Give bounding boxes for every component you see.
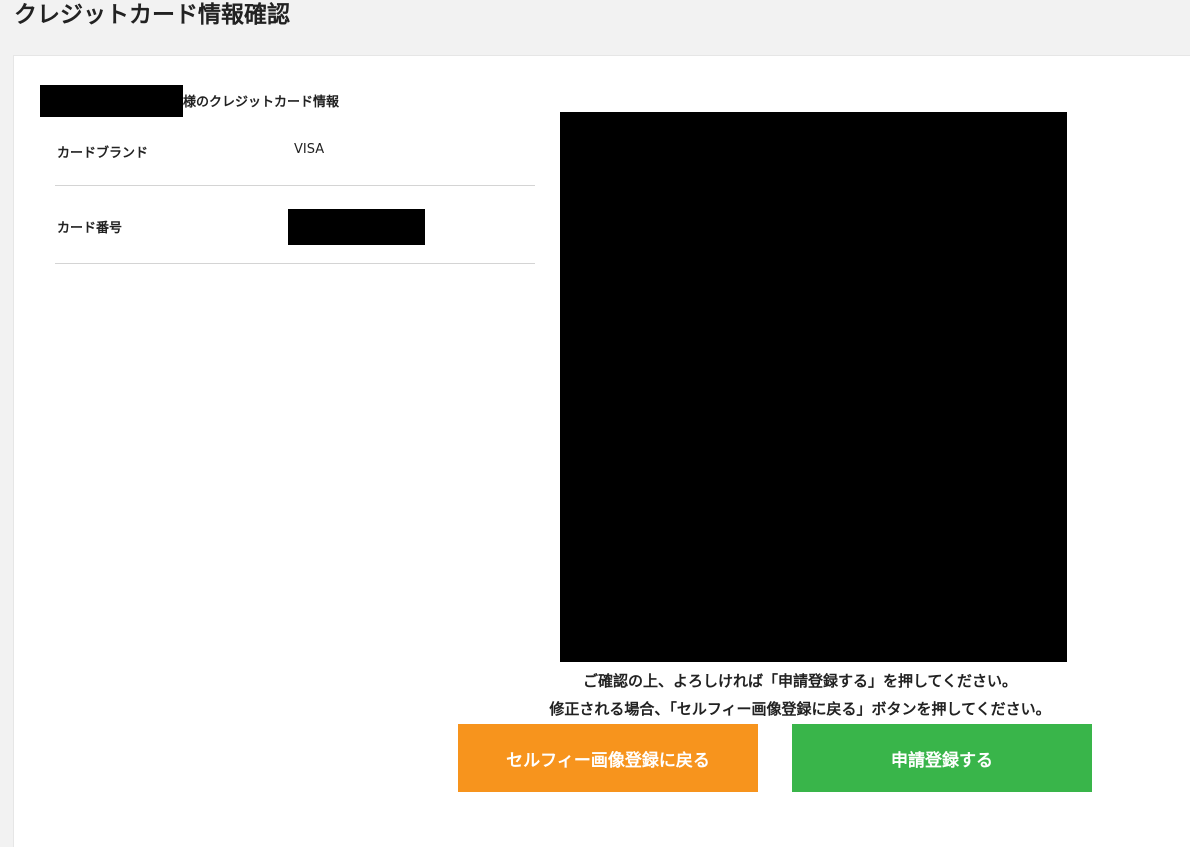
submit-application-button[interactable]: 申請登録する [792, 724, 1092, 792]
page: クレジットカード情報確認 様のクレジットカード情報 カードブランド VISA カ… [0, 0, 1190, 847]
card-number-row: カード番号 [55, 186, 535, 264]
confirmation-notice-line2: 修正される場合、「セルフィー画像登録に戻る」ボタンを押してください。 [549, 700, 1051, 718]
card-number-label: カード番号 [57, 221, 123, 236]
redacted-card-number [288, 209, 425, 245]
owner-card-heading: 様のクレジットカード情報 [183, 95, 340, 110]
card-info-table: カードブランド VISA カード番号 [55, 119, 535, 264]
selfie-image-redacted [560, 112, 1067, 662]
page-title: クレジットカード情報確認 [14, 2, 290, 28]
redacted-owner-name [40, 85, 183, 117]
confirmation-notice-line1: ご確認の上、よろしければ「申請登録する」を押してください。 [582, 672, 1018, 690]
card-brand-row: カードブランド VISA [55, 119, 535, 186]
back-to-selfie-button[interactable]: セルフィー画像登録に戻る [458, 724, 758, 792]
card-brand-label: カードブランド [57, 146, 149, 161]
card-brand-value: VISA [294, 142, 325, 157]
